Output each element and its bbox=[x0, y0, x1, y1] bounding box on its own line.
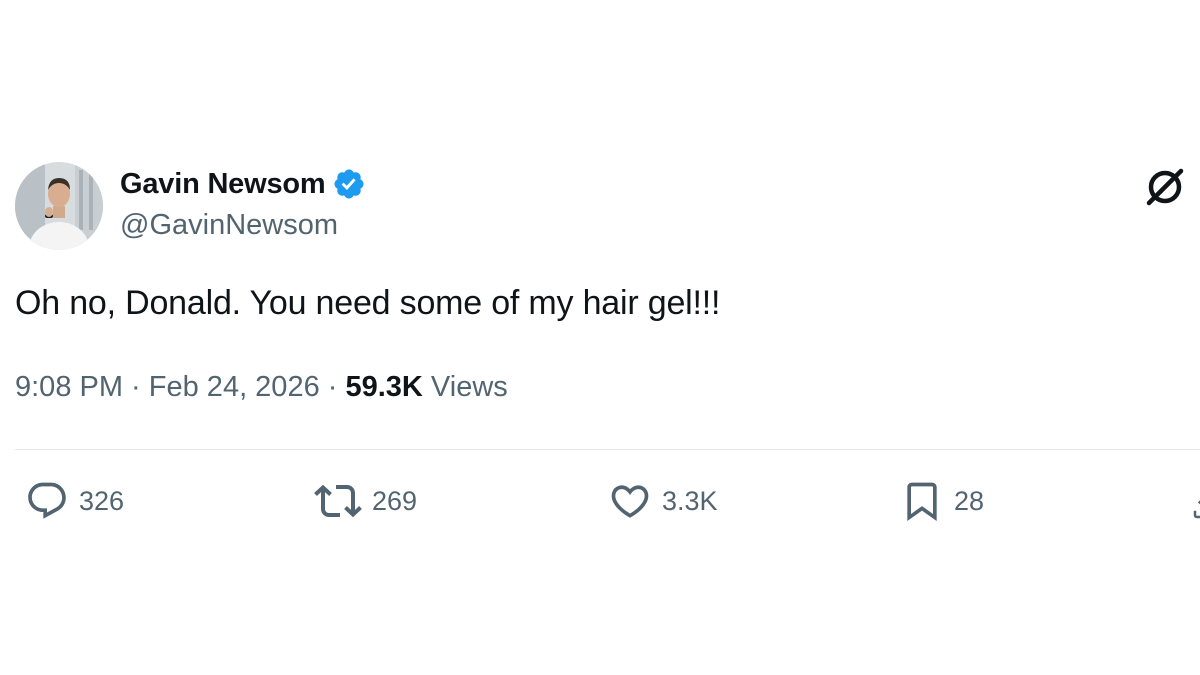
heart-icon bbox=[608, 479, 652, 523]
meta-separator: · bbox=[319, 371, 346, 403]
bookmark-count: 28 bbox=[954, 485, 985, 516]
bookmark-button[interactable]: 28 bbox=[900, 478, 984, 524]
like-count: 3.3K bbox=[662, 485, 718, 516]
like-button[interactable]: 3.3K bbox=[608, 478, 718, 524]
retweet-count: 269 bbox=[372, 485, 418, 516]
retweet-icon bbox=[314, 477, 362, 525]
meta-separator: · bbox=[123, 371, 149, 403]
tweet-meta: 9:08 PM · Feb 24, 2026 · 59.3K Views bbox=[15, 371, 508, 404]
tweet-text: Oh no, Donald. You need some of my hair … bbox=[15, 284, 721, 322]
author-name-row: Gavin Newsom bbox=[120, 166, 366, 202]
author-handle[interactable]: @GavinNewsom bbox=[120, 209, 338, 242]
verified-badge-icon bbox=[332, 167, 366, 201]
retweet-button[interactable]: 269 bbox=[314, 478, 417, 524]
tweet-time[interactable]: 9:08 PM bbox=[15, 371, 123, 403]
author-display-name[interactable]: Gavin Newsom bbox=[120, 168, 326, 201]
views-count: 59.3K bbox=[345, 371, 423, 403]
reply-count: 326 bbox=[79, 485, 125, 516]
reply-icon bbox=[25, 479, 69, 523]
reply-button[interactable]: 326 bbox=[25, 478, 124, 524]
share-icon[interactable] bbox=[1190, 492, 1200, 522]
tweet-date[interactable]: Feb 24, 2026 bbox=[149, 371, 320, 403]
divider bbox=[15, 449, 1200, 450]
views-label: Views bbox=[422, 371, 508, 403]
bookmark-icon bbox=[900, 479, 944, 523]
avatar[interactable] bbox=[15, 162, 103, 250]
tweet-card: Gavin Newsom @GavinNewsom Oh no, Donald.… bbox=[0, 0, 1200, 675]
x-logo-icon[interactable] bbox=[1143, 165, 1187, 209]
